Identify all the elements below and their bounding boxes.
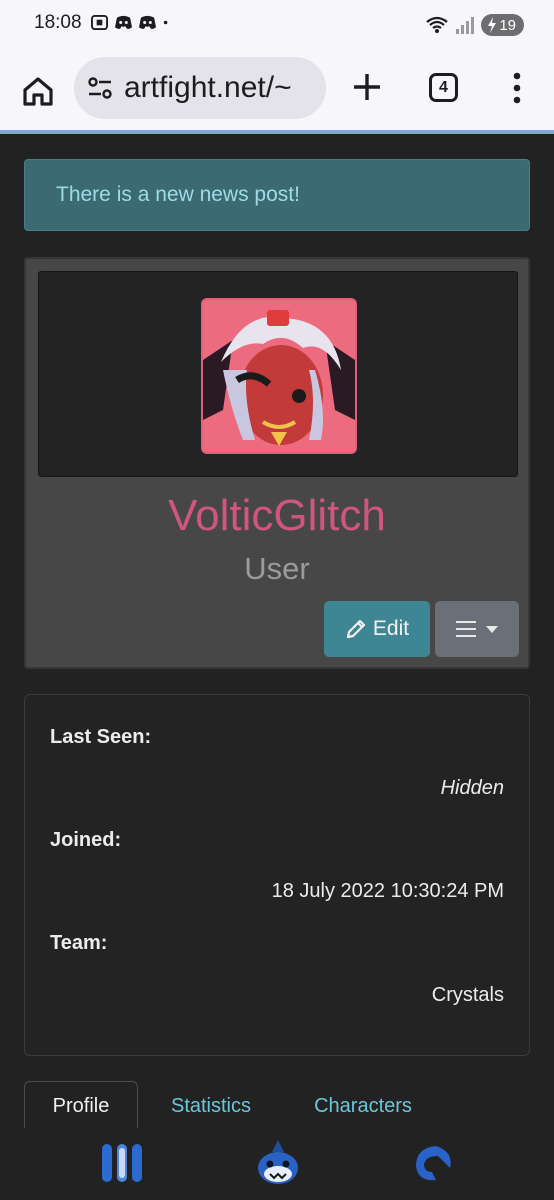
recent-apps-icon[interactable] [100,1142,144,1184]
avatar[interactable] [201,298,357,454]
charging-bolt-icon [488,17,497,33]
shark-mascot-icon[interactable] [254,1138,302,1186]
avatar-artwork [203,300,355,452]
dot-icon [163,20,168,25]
profile-banner [38,271,518,477]
pencil-icon [346,619,366,639]
user-info-card: Last Seen: Hidden Joined: 18 July 2022 1… [24,694,530,1056]
screenshot-icon [91,14,108,31]
status-time: 18:08 [34,12,82,33]
tab-characters[interactable]: Characters [298,1081,428,1131]
signal-icon [456,17,475,34]
caret-down-icon [486,625,498,633]
wifi-icon [426,16,448,33]
more-menu-icon[interactable] [510,70,524,106]
toolbar-divider [0,130,554,134]
edit-button-label: Edit [372,617,410,640]
news-alert-text[interactable]: There is a new news post! [56,183,300,207]
profile-card: VolticGlitch User Edit [24,257,530,669]
tab-switcher-button[interactable]: 4 [429,73,458,102]
new-tab-icon[interactable] [349,69,385,105]
profile-tabs: Profile Statistics Characters [24,1081,530,1131]
system-icons: 19 [425,14,524,36]
profile-options-dropdown[interactable] [435,601,519,657]
notification-icons [90,14,174,31]
joined-value: 18 July 2022 10:30:24 PM [271,880,504,902]
tab-profile[interactable]: Profile [24,1081,138,1131]
team-label: Team: [50,932,108,954]
last-seen-label: Last Seen: [50,726,152,748]
address-bar[interactable]: artfight.net/~ [74,57,326,119]
home-icon[interactable] [18,71,58,111]
url-text: artfight.net/~ [124,71,292,104]
profile-role: User [244,551,310,586]
battery-indicator: 19 [481,14,524,36]
news-alert[interactable]: There is a new news post! [24,159,530,231]
back-gesture-icon[interactable] [410,1142,456,1184]
joined-label: Joined: [50,829,122,851]
edit-profile-button[interactable]: Edit [324,601,430,657]
browser-toolbar: artfight.net/~ 4 [0,52,554,130]
bottom-navigation [0,1128,554,1200]
battery-level: 19 [499,16,516,34]
hamburger-icon [456,621,476,637]
discord-icon [139,15,156,29]
tab-statistics[interactable]: Statistics [154,1081,268,1131]
team-value: Crystals [431,984,504,1006]
status-bar: 18:08 19 [0,0,554,52]
last-seen-value: Hidden [440,777,504,799]
site-settings-icon[interactable] [86,74,114,102]
discord-icon [115,15,132,29]
profile-username: VolticGlitch [168,491,386,540]
